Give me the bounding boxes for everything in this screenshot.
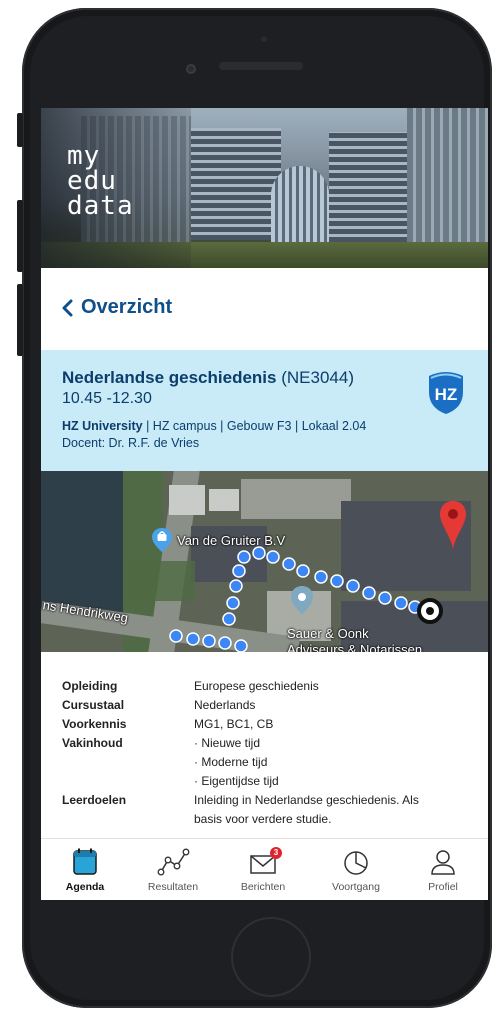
detail-row: Vakinhoud · Nieuwe tijd xyxy=(62,736,261,750)
svg-text:HZ: HZ xyxy=(435,385,458,404)
course-location: HZ University | HZ campus | Gebouw F3 | … xyxy=(62,419,367,433)
tab-agenda[interactable]: Agenda xyxy=(45,839,125,900)
back-label: Overzicht xyxy=(81,296,173,318)
detail-row: Voorkennis MG1, BC1, CB xyxy=(62,717,274,731)
chart-line-icon xyxy=(157,848,190,876)
tab-berichten[interactable]: 3 Berichten xyxy=(223,839,303,900)
course-teacher: Docent: Dr. R.F. de Vries xyxy=(62,436,200,450)
detail-row: · Moderne tijd xyxy=(194,755,268,769)
unread-badge: 3 xyxy=(270,847,282,859)
volume-down-button xyxy=(17,284,23,356)
app-screen: my edu data Overzicht Nederlandse geschi… xyxy=(41,108,488,900)
pie-chart-icon xyxy=(344,851,368,875)
course-time: 10.45 -12.30 xyxy=(62,390,152,407)
volume-up-button xyxy=(17,200,23,272)
front-camera xyxy=(186,64,196,74)
bottom-tab-bar: Agenda Resultaten 3 Berichten Voortgang … xyxy=(41,838,488,900)
tab-profiel[interactable]: Profiel xyxy=(403,839,483,900)
myedudata-logo: my edu data xyxy=(67,141,134,221)
campus-header-image: my edu data xyxy=(41,108,488,268)
course-title: Nederlandse geschiedenis (NE3044) xyxy=(62,368,354,387)
mute-switch xyxy=(17,113,23,147)
tab-resultaten[interactable]: Resultaten xyxy=(133,839,213,900)
map-label-company2: Sauer & Oonk xyxy=(287,626,369,641)
course-info-card: Nederlandse geschiedenis (NE3044) 10.45 … xyxy=(41,350,488,471)
detail-row: · Eigentijdse tijd xyxy=(194,774,279,788)
detail-row: Cursustaal Nederlands xyxy=(62,698,256,712)
detail-row: Leerdoelen Inleiding in Nederlandse gesch… xyxy=(62,793,419,807)
detail-row: Opleiding Europese geschiedenis xyxy=(62,679,319,693)
calendar-icon xyxy=(73,848,97,875)
earpiece-speaker xyxy=(219,62,303,70)
campus-map[interactable]: Van de Gruiter B.V Sauer & Oonk Adviseur… xyxy=(41,471,488,652)
map-marker-icon xyxy=(291,586,313,614)
map-label-company1: Van de Gruiter B.V xyxy=(177,533,286,548)
chevron-left-icon xyxy=(62,299,73,316)
route-overlay xyxy=(169,546,443,652)
mail-icon xyxy=(250,855,276,874)
shopping-bag-marker-icon xyxy=(152,528,172,552)
person-icon xyxy=(431,850,455,875)
hz-university-logo: HZ xyxy=(429,372,463,414)
detail-row: basis voor verdere studie. xyxy=(194,812,332,826)
back-to-overview-link[interactable]: Overzicht xyxy=(61,296,172,319)
tab-voortgang[interactable]: Voortgang xyxy=(316,839,396,900)
destination-pin-icon xyxy=(440,501,466,551)
proximity-sensor xyxy=(261,36,267,42)
map-label-company2-line2: Adviseurs & Notarissen xyxy=(287,642,423,652)
home-button[interactable] xyxy=(231,917,311,997)
